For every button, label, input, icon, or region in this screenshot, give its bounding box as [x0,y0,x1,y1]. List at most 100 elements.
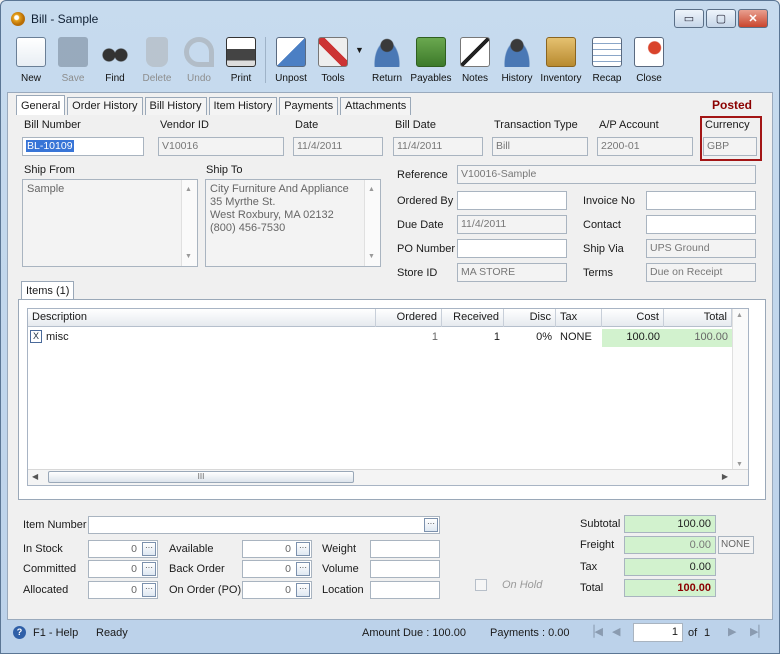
tools-button[interactable]: Tools [311,34,355,88]
printer-icon [226,37,256,67]
col-disc[interactable]: Disc [504,309,556,327]
cell-disc[interactable]: 0% [504,329,556,347]
unpost-button[interactable]: Unpost [269,34,313,88]
col-tax[interactable]: Tax [556,309,602,327]
notes-button[interactable]: Notes [453,34,497,88]
grid-horizontal-scrollbar[interactable]: ◀ III ▶ [28,469,748,485]
cell-ordered[interactable]: 1 [376,329,442,347]
tab-attachments[interactable]: Attachments [340,97,412,115]
col-cost[interactable]: Cost [602,309,664,327]
col-total[interactable]: Total [664,309,732,327]
committed-lookup-button[interactable]: ··· [142,562,156,576]
date-field[interactable]: 11/4/2011 [293,137,383,156]
last-page-icon[interactable]: ▶▏ [750,625,767,638]
back-order-lookup-button[interactable]: ··· [296,562,310,576]
minimize-button[interactable]: ▭ [674,9,704,28]
bill-window: Bill - Sample ▭ ▢ ✕ New Save Find Delete… [0,0,780,654]
row-remove-checkbox[interactable]: X [30,330,42,343]
allocated-lookup-button[interactable]: ··· [142,583,156,597]
on-order-lookup-button[interactable]: ··· [296,583,310,597]
col-ordered[interactable]: Ordered [376,309,442,327]
return-button[interactable]: Return [365,34,409,88]
help-label[interactable]: F1 - Help [33,627,78,639]
store-id-field[interactable]: MA STORE [457,263,567,282]
cell-cost[interactable]: 100.00 [602,329,664,347]
reference-label: Reference [397,169,448,181]
scroll-thumb[interactable]: III [48,471,354,483]
next-page-icon[interactable]: ▶ [728,625,736,638]
tab-order-history[interactable]: Order History [67,97,143,115]
on-hold-checkbox[interactable] [475,579,487,591]
ordered-by-field[interactable] [457,191,567,210]
ship-from-field[interactable]: Sample ▲ ▼ [22,179,198,267]
bill-date-field[interactable]: 11/4/2011 [393,137,483,156]
grid-header: Description Ordered Received Disc Tax Co… [28,309,748,327]
due-date-field[interactable]: 11/4/2011 [457,215,567,234]
ship-from-scrollbar[interactable]: ▲ ▼ [181,180,197,266]
in-stock-lookup-button[interactable]: ··· [142,542,156,556]
freight-tax-field[interactable]: NONE [718,536,754,554]
item-number-field[interactable] [88,516,440,534]
bill-date-label: Bill Date [395,119,436,131]
undo-button[interactable]: Undo [177,34,221,88]
history-button[interactable]: History [495,34,539,88]
ship-to-field[interactable]: City Furniture And Appliance 35 Myrthe S… [205,179,381,267]
new-button[interactable]: New [9,34,53,88]
contact-field[interactable] [646,215,756,234]
close-window-button[interactable]: ✕ [738,9,768,28]
tools-dropdown-icon[interactable]: ▼ [355,45,364,55]
save-button[interactable]: Save [51,34,95,88]
tab-strip: General Order History Bill History Item … [16,95,413,115]
recap-button[interactable]: Recap [585,34,629,88]
tab-general[interactable]: General [16,95,66,115]
reference-field[interactable]: V10016-Sample [457,165,756,184]
payables-button[interactable]: Payables [409,34,453,88]
payments-text: Payments : 0.00 [490,627,570,639]
bill-number-field[interactable]: BL-10109 [22,137,144,156]
cell-tax[interactable]: NONE [556,329,602,347]
freight-label: Freight [580,539,615,551]
vendor-id-field[interactable]: V10016 [158,137,284,156]
previous-page-icon[interactable]: ◀ [612,625,620,638]
cell-description[interactable]: misc [42,329,376,347]
tab-items[interactable]: Items (1) [21,281,75,300]
item-number-lookup-button[interactable]: ··· [424,518,438,532]
first-page-icon[interactable]: ▕◀ [586,625,603,638]
terms-field[interactable]: Due on Receipt [646,263,756,282]
print-button[interactable]: Print [219,34,263,88]
ship-to-scrollbar[interactable]: ▲ ▼ [364,180,380,266]
transaction-type-label: Transaction Type [494,119,578,131]
tab-item-history[interactable]: Item History [208,97,278,115]
freight-field[interactable]: 0.00 [624,536,716,554]
scroll-right-icon[interactable]: ▶ [722,472,728,481]
volume-field[interactable] [370,560,440,578]
location-field[interactable] [370,581,440,599]
ap-account-field[interactable]: 2200-01 [597,137,693,156]
subtotal-label: Subtotal [580,518,621,530]
ship-via-field[interactable]: UPS Ground [646,239,756,258]
tab-payments[interactable]: Payments [279,97,339,115]
inventory-button[interactable]: Inventory [539,34,583,88]
delete-button[interactable]: Delete [135,34,179,88]
grid-vertical-scrollbar[interactable]: ▲ ▼ [732,309,748,471]
tab-bill-history[interactable]: Bill History [144,97,207,115]
find-button[interactable]: Find [93,34,137,88]
col-received[interactable]: Received [442,309,504,327]
close-button[interactable]: Close [627,34,671,88]
transaction-type-field[interactable]: Bill [492,137,588,156]
weight-field[interactable] [370,540,440,558]
available-lookup-button[interactable]: ··· [296,542,310,556]
ap-account-label: A/P Account [599,119,659,131]
committed-label: Committed [23,563,77,575]
notes-pen-icon [460,37,490,67]
cell-received[interactable]: 1 [442,329,504,347]
scroll-left-icon[interactable]: ◀ [32,472,38,481]
page-number-field[interactable]: 1 [633,623,683,642]
maximize-button[interactable]: ▢ [706,9,736,28]
store-id-label: Store ID [397,267,438,279]
currency-field[interactable]: GBP [703,137,757,156]
invoice-no-field[interactable] [646,191,756,210]
po-number-field[interactable] [457,239,567,258]
help-icon[interactable]: ? [13,626,26,639]
col-description[interactable]: Description [28,309,376,327]
